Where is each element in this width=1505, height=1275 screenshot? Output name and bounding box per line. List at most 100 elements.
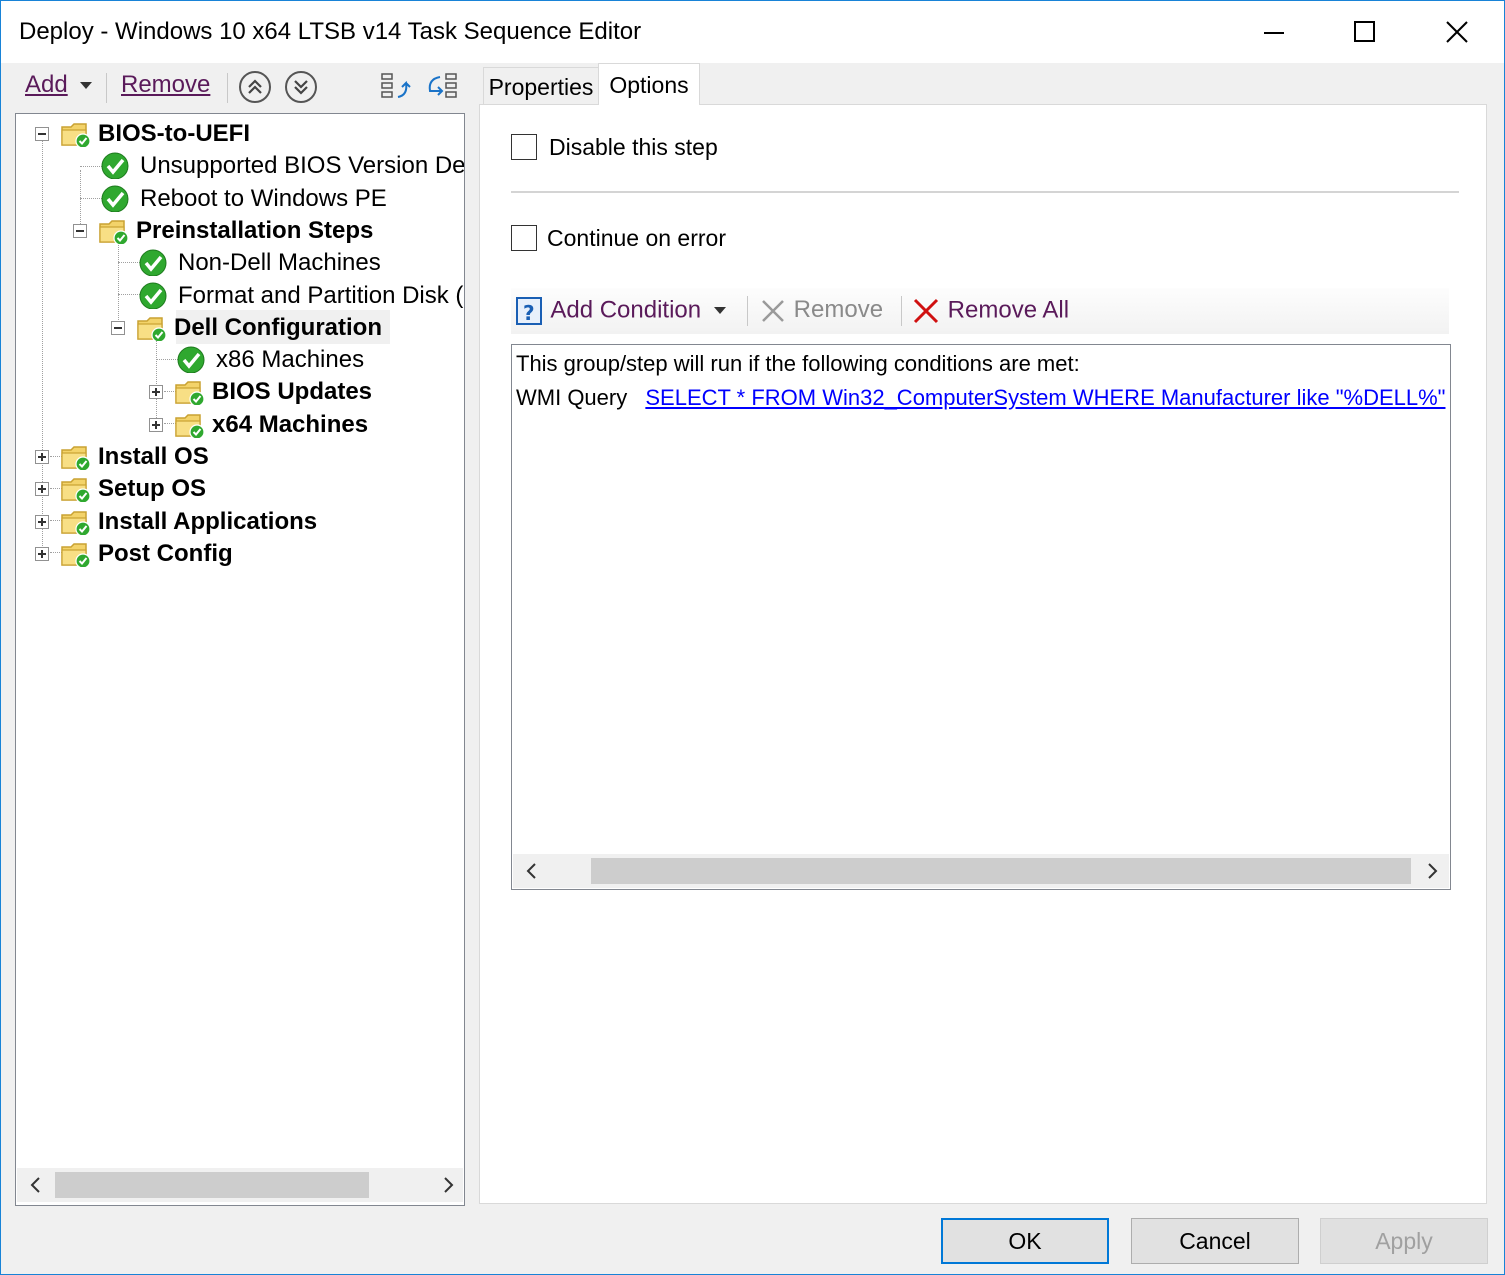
expand-plus-icon[interactable] bbox=[149, 385, 163, 399]
remove-x-icon bbox=[762, 299, 784, 322]
tree-node[interactable]: Install Applications bbox=[16, 506, 464, 538]
tree-node[interactable]: Reboot to Windows PE bbox=[16, 183, 464, 215]
check-icon bbox=[139, 282, 167, 309]
scroll-right-icon[interactable] bbox=[1419, 858, 1445, 884]
tree-node[interactable]: Dell Configuration bbox=[16, 312, 464, 344]
folder-check-icon bbox=[61, 478, 90, 502]
tree-node-label: Install OS bbox=[98, 443, 209, 470]
folder-check-icon bbox=[137, 317, 166, 341]
move-up-button[interactable] bbox=[239, 71, 271, 103]
collapse-minus-icon[interactable] bbox=[111, 321, 125, 335]
tree-node[interactable]: Format and Partition Disk (Em bbox=[16, 280, 464, 312]
maximize-button[interactable] bbox=[1319, 1, 1411, 63]
scrollbar-thumb[interactable] bbox=[591, 858, 1411, 884]
folder-check-icon bbox=[175, 381, 204, 405]
cancel-label: Cancel bbox=[1179, 1228, 1251, 1254]
scroll-left-icon[interactable] bbox=[23, 1172, 49, 1198]
svg-text:?: ? bbox=[523, 301, 535, 325]
folder-check-icon bbox=[99, 220, 128, 244]
condition-row: WMI Query SELECT * FROM Win32_ComputerSy… bbox=[516, 385, 1445, 411]
options-divider bbox=[511, 191, 1459, 193]
remove-all-x-icon bbox=[913, 298, 939, 324]
apply-button[interactable]: Apply bbox=[1320, 1218, 1488, 1264]
check-icon bbox=[139, 249, 167, 276]
remove-button[interactable]: Remove bbox=[121, 71, 210, 105]
conditions-header: This group/step will run if the followin… bbox=[516, 351, 1080, 376]
tree-node-label: Non-Dell Machines bbox=[178, 249, 381, 276]
task-sequence-editor-window: Deploy - Windows 10 x64 LTSB v14 Task Se… bbox=[0, 0, 1505, 1275]
add-label: Add bbox=[25, 71, 68, 98]
apply-label: Apply bbox=[1375, 1228, 1433, 1254]
collapse-minus-icon[interactable] bbox=[35, 127, 49, 141]
tree-node[interactable]: Install OS bbox=[16, 441, 464, 473]
move-down-button[interactable] bbox=[285, 71, 317, 103]
condition-type: WMI Query bbox=[516, 385, 628, 410]
tree-node[interactable]: Non-Dell Machines bbox=[16, 247, 464, 279]
tree-node-label: Unsupported BIOS Version Detec bbox=[140, 152, 465, 179]
tree-node[interactable]: Unsupported BIOS Version Detec bbox=[16, 150, 464, 182]
tab-properties[interactable]: Properties bbox=[483, 67, 599, 105]
expand-plus-icon[interactable] bbox=[149, 418, 163, 432]
tree-node-label: Post Config bbox=[98, 540, 233, 567]
maximize-icon bbox=[1354, 21, 1375, 42]
remove-condition-button[interactable]: Remove bbox=[759, 296, 883, 325]
window-title: Deploy - Windows 10 x64 LTSB v14 Task Se… bbox=[19, 18, 642, 45]
expand-plus-icon[interactable] bbox=[35, 482, 49, 496]
collapse-all-icon[interactable] bbox=[426, 71, 460, 105]
remove-all-conditions-button[interactable]: Remove All bbox=[911, 296, 1069, 326]
conditions-toolbar: ? Add Condition Remove Remove All bbox=[511, 288, 1449, 334]
tree-node-label: Format and Partition Disk (Em bbox=[178, 282, 464, 309]
disable-step-label: Disable this step bbox=[549, 134, 718, 160]
check-icon bbox=[101, 152, 129, 179]
cancel-button[interactable]: Cancel bbox=[1131, 1218, 1299, 1264]
expand-plus-icon[interactable] bbox=[35, 547, 49, 561]
check-icon bbox=[177, 346, 205, 373]
tab-properties-label: Properties bbox=[488, 74, 594, 100]
conditions-list[interactable]: This group/step will run if the followin… bbox=[511, 344, 1451, 890]
tree-node[interactable]: BIOS Updates bbox=[16, 376, 464, 408]
tree-node-label: Setup OS bbox=[98, 475, 207, 502]
tree-node[interactable]: x64 Machines bbox=[16, 409, 464, 441]
close-button[interactable] bbox=[1411, 1, 1503, 63]
tree-node-label: x86 Machines bbox=[216, 346, 365, 373]
folder-check-icon bbox=[61, 446, 90, 470]
tree-node[interactable]: x86 Machines bbox=[16, 344, 464, 376]
folder-check-icon bbox=[61, 123, 90, 147]
toolbar-separator bbox=[747, 296, 748, 326]
add-condition-button[interactable]: ? Add Condition bbox=[515, 296, 726, 326]
check-icon bbox=[101, 185, 129, 212]
task-sequence-tree[interactable]: BIOS-to-UEFI Unsupported BIOS Version Det… bbox=[15, 113, 465, 1206]
tree-node-label: BIOS Updates bbox=[212, 378, 373, 405]
toolbar-separator bbox=[106, 73, 107, 103]
title-bar: Deploy - Windows 10 x64 LTSB v14 Task Se… bbox=[1, 1, 1504, 63]
expand-all-icon[interactable] bbox=[380, 71, 414, 105]
tree-node-label: Preinstallation Steps bbox=[136, 217, 374, 244]
minimize-icon bbox=[1264, 32, 1284, 34]
tree-node[interactable]: Preinstallation Steps bbox=[16, 215, 464, 247]
scroll-right-icon[interactable] bbox=[435, 1172, 461, 1198]
tree-node[interactable]: BIOS-to-UEFI bbox=[16, 118, 464, 150]
disable-step-checkbox[interactable] bbox=[511, 134, 537, 160]
tree-node[interactable]: Post Config bbox=[16, 538, 464, 570]
remove-all-label: Remove All bbox=[947, 296, 1070, 324]
tree-horizontal-scrollbar[interactable] bbox=[17, 1168, 463, 1202]
tree-node-label: Reboot to Windows PE bbox=[140, 185, 387, 212]
minimize-button[interactable] bbox=[1228, 1, 1320, 63]
help-question-icon: ? bbox=[516, 297, 542, 325]
folder-check-icon bbox=[61, 511, 90, 535]
collapse-minus-icon[interactable] bbox=[73, 224, 87, 238]
expand-plus-icon[interactable] bbox=[35, 450, 49, 464]
double-chevron-down-icon bbox=[294, 80, 308, 95]
continue-on-error-checkbox[interactable] bbox=[511, 225, 537, 251]
double-chevron-up-icon bbox=[248, 79, 262, 94]
ok-button[interactable]: OK bbox=[941, 1218, 1109, 1264]
toolbar-separator bbox=[227, 73, 228, 103]
tree-node[interactable]: Setup OS bbox=[16, 473, 464, 505]
scrollbar-thumb[interactable] bbox=[55, 1172, 369, 1198]
add-dropdown-button[interactable]: Add bbox=[25, 71, 93, 105]
expand-plus-icon[interactable] bbox=[35, 515, 49, 529]
scroll-left-icon[interactable] bbox=[519, 858, 545, 884]
conditions-horizontal-scrollbar[interactable] bbox=[513, 854, 1449, 888]
condition-value-link[interactable]: SELECT * FROM Win32_ComputerSystem WHERE… bbox=[645, 385, 1445, 410]
tab-options[interactable]: Options bbox=[598, 63, 700, 105]
